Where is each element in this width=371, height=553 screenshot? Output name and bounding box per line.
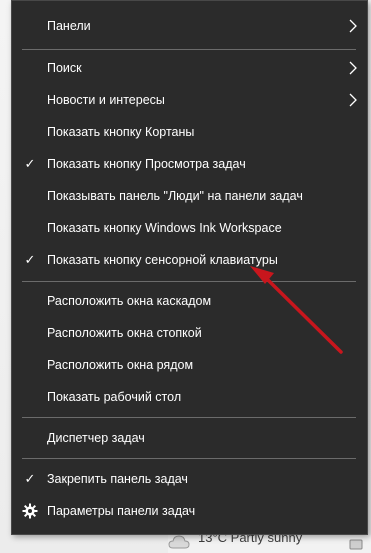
chevron-right-icon — [349, 61, 357, 75]
menu-item-label: Диспетчер задач — [47, 431, 145, 445]
menu-item-cortana[interactable]: Показать кнопку Кортаны — [12, 116, 367, 148]
menu-item-label: Поиск — [47, 61, 82, 75]
menu-item-task-manager[interactable]: Диспетчер задач — [12, 422, 367, 454]
separator — [22, 458, 356, 459]
menu-item-people[interactable]: Показывать панель "Люди" на панели задач — [12, 180, 367, 212]
menu-item-ink-workspace[interactable]: Показать кнопку Windows Ink Workspace — [12, 212, 367, 244]
menu-item-label: Параметры панели задач — [47, 504, 196, 518]
separator — [22, 49, 356, 50]
chevron-right-icon — [349, 93, 357, 107]
menu-item-label: Расположить окна рядом — [47, 358, 194, 372]
menu-item-label: Закрепить панель задач — [47, 472, 188, 486]
cloud-icon[interactable] — [168, 533, 190, 551]
menu-item-lock-taskbar[interactable]: ✓ Закрепить панель задач — [12, 463, 367, 495]
tray-icon[interactable] — [349, 537, 363, 551]
menu-item-show-desktop[interactable]: Показать рабочий стол — [12, 381, 367, 413]
menu-item-taskbar-settings[interactable]: Параметры панели задач — [12, 495, 367, 527]
menu-item-stacked[interactable]: Расположить окна стопкой — [12, 317, 367, 349]
menu-item-cascade[interactable]: Расположить окна каскадом — [12, 285, 367, 317]
menu-item-label: Показать кнопку сенсорной клавиатуры — [47, 253, 278, 267]
menu-item-label: Показать рабочий стол — [47, 390, 182, 404]
check-icon: ✓ — [24, 471, 36, 486]
menu-item-panels[interactable]: Панели — [12, 10, 367, 42]
check-icon: ✓ — [24, 252, 36, 267]
menu-item-label: Показывать панель "Люди" на панели задач — [47, 189, 303, 203]
gear-icon — [22, 503, 38, 519]
taskbar-context-menu: Панели Поиск Новости и интересы Показать… — [11, 0, 368, 535]
menu-item-task-view[interactable]: ✓ Показать кнопку Просмотра задач — [12, 148, 367, 180]
check-icon: ✓ — [24, 156, 36, 171]
chevron-right-icon — [349, 19, 357, 33]
separator — [22, 417, 356, 418]
menu-item-label: Панели — [47, 19, 91, 33]
menu-item-label: Показать кнопку Просмотра задач — [47, 157, 246, 171]
menu-item-side-by-side[interactable]: Расположить окна рядом — [12, 349, 367, 381]
menu-item-news[interactable]: Новости и интересы — [12, 84, 367, 116]
menu-item-touch-keyboard[interactable]: ✓ Показать кнопку сенсорной клавиатуры — [12, 244, 367, 276]
menu-item-label: Новости и интересы — [47, 93, 165, 107]
menu-item-search[interactable]: Поиск — [12, 52, 367, 84]
menu-item-label: Расположить окна каскадом — [47, 294, 212, 308]
separator — [22, 281, 356, 282]
menu-item-label: Расположить окна стопкой — [47, 326, 202, 340]
menu-item-label: Показать кнопку Кортаны — [47, 125, 195, 139]
menu-item-label: Показать кнопку Windows Ink Workspace — [47, 221, 282, 235]
